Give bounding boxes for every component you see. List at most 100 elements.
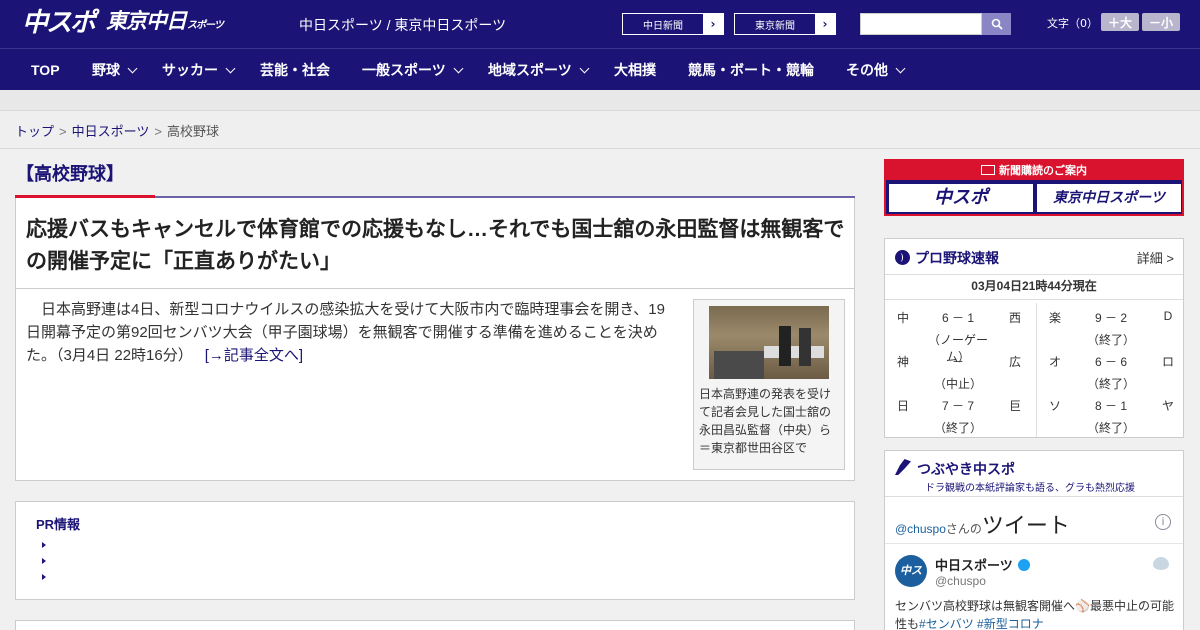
game-score[interactable]: －: [923, 353, 993, 370]
tweets-subtitle: ドラ観戦の本紙評論家も語る、グラも熱烈応援: [925, 483, 1135, 494]
nav-general-sports[interactable]: 一般スポーツ: [362, 49, 464, 91]
scores-updated-time: 03月04日21時44分現在: [971, 279, 1097, 293]
breadcrumb-bar: トップ > 中日スポーツ > 高校野球: [0, 111, 1200, 149]
hashtag-link[interactable]: #新型コロナ: [977, 617, 1044, 630]
subscribe-banner[interactable]: 新聞購読のご案内 中スポ 東京中日スポーツ: [884, 159, 1184, 216]
game-team-home: 中: [896, 311, 909, 325]
breadcrumb-top[interactable]: トップ: [15, 124, 54, 139]
font-smaller-button[interactable]: －小: [1142, 13, 1180, 31]
verified-badge-icon: [1017, 559, 1030, 571]
game-team-away: ヤ: [1161, 399, 1174, 413]
read-more-link[interactable]: [→記事全文へ]: [205, 347, 303, 364]
chevron-down-icon: [453, 63, 464, 74]
logo-chuspo: 中スポ: [22, 8, 96, 38]
twitter-widget: つぶやき中スポ ドラ観戦の本紙評論家も語る、グラも熱烈応援 @chuspoさんの…: [884, 450, 1184, 630]
tweet-account-name[interactable]: 中日スポーツ: [935, 555, 1030, 574]
baseball-scores-widget: プロ野球速報 詳細 > 03月04日21時44分現在 中 6 － 1 西 （ノー…: [884, 238, 1184, 438]
article-photo[interactable]: [709, 306, 829, 379]
game-status: （終了）: [1086, 333, 1135, 347]
game-team-away: D: [1163, 309, 1173, 323]
nav-regional-sports[interactable]: 地域スポーツ: [488, 49, 590, 91]
nav-soccer[interactable]: サッカー: [162, 49, 236, 91]
article-headline: 応援バスもキャンセルで体育館での応援もなし…それでも国士舘の永田監督は無観客での…: [26, 218, 845, 273]
baseball-icon: [895, 250, 910, 265]
game-team-home: 楽: [1048, 311, 1061, 325]
game-team-away: 西: [1008, 311, 1021, 325]
game-team-away: 巨: [1008, 399, 1021, 413]
article-body: 日本高野連は4日、新型コロナウイルスの感染拡大を受けて大阪市内で臨時理事会を開き…: [26, 301, 665, 364]
chevron-down-icon: [579, 63, 590, 74]
nav-top[interactable]: TOP: [31, 49, 60, 91]
game-team-home: オ: [1048, 355, 1061, 369]
tweet-account-handle: @chuspo: [935, 574, 986, 588]
next-section-box: [15, 620, 855, 630]
nav-racing[interactable]: 競馬・ボート・競輪: [688, 49, 814, 91]
newspaper-icon: [981, 165, 995, 175]
article-card: 応援バスもキャンセルで体育館での応援もなし…それでも国士舘の永田監督は無観客での…: [15, 198, 855, 481]
game-score[interactable]: 6 － 6: [1076, 353, 1146, 370]
nav-baseball[interactable]: 野球: [92, 49, 138, 91]
info-icon[interactable]: i: [1155, 514, 1171, 530]
subscribe-logo-tokyo: 東京中日スポーツ: [1037, 184, 1181, 212]
game-team-home: ソ: [1048, 399, 1061, 413]
pen-icon: [895, 459, 911, 475]
game-team-away: ロ: [1161, 355, 1174, 369]
game-score[interactable]: 9 － 2: [1076, 309, 1146, 326]
pr-title: PR情報: [36, 517, 81, 532]
twitter-handle-link[interactable]: @chuspo: [895, 522, 946, 536]
game-team-away: 広: [1008, 355, 1021, 369]
game-status: （中止）: [933, 377, 982, 391]
nav-sumo[interactable]: 大相撲: [614, 49, 656, 91]
subscribe-logo-chuspo: 中スポ: [889, 184, 1033, 212]
section-title: 【高校野球】: [16, 164, 124, 184]
search-icon: [991, 18, 1003, 30]
breadcrumb: トップ > 中日スポーツ > 高校野球: [15, 121, 219, 140]
chunichi-shimbun-button[interactable]: 中日新聞 ›: [622, 13, 724, 35]
logo-tokyo-chunichi: 東京中日スポーツ: [106, 8, 224, 33]
chevron-down-icon: [895, 63, 906, 74]
hashtag-link[interactable]: #センバツ: [919, 617, 974, 630]
chevron-right-icon: ›: [815, 14, 835, 34]
chevron-right-icon: ›: [703, 14, 723, 34]
scores-detail-link[interactable]: 詳細 >: [1137, 248, 1174, 267]
site-logo[interactable]: 中スポ 東京中日スポーツ: [22, 8, 224, 38]
breadcrumb-chunichi-sports[interactable]: 中日スポーツ: [72, 124, 150, 139]
ad-strip: [0, 90, 1200, 111]
game-status: （終了）: [1086, 421, 1135, 435]
tweet-text: センバツ高校野球は無観客開催へ⚾最悪中止の可能性も#センバツ #新型コロナ: [895, 599, 1174, 630]
chevron-down-icon: [225, 63, 236, 74]
site-title-link[interactable]: 中日スポーツ / 東京中日スポーツ: [299, 15, 506, 35]
font-larger-button[interactable]: ＋大: [1101, 13, 1139, 31]
breadcrumb-separator: >: [59, 124, 67, 139]
font-size-label: 文字（0）: [1047, 17, 1098, 30]
breadcrumb-current: 高校野球: [166, 124, 219, 139]
article-photo-box: 日本高野連の発表を受けて記者会見した国士舘の永田昌弘監督（中央）ら＝東京都世田谷…: [693, 299, 845, 470]
tweets-title: つぶやき中スポ: [917, 461, 1015, 477]
avatar[interactable]: 中スポ: [895, 555, 927, 609]
game-score[interactable]: 6 － 1: [923, 309, 993, 326]
nav-other[interactable]: その他: [846, 49, 906, 91]
top-header: 中スポ 東京中日スポーツ 中日スポーツ / 東京中日スポーツ 中日新聞 › 東京…: [0, 0, 1200, 48]
scores-title: プロ野球速報: [915, 250, 999, 266]
chevron-down-icon: [127, 63, 138, 74]
game-status: （終了）: [933, 421, 982, 435]
game-score[interactable]: 8 － 1: [1076, 397, 1146, 414]
twitter-timeline-header: @chuspoさんのツイート: [895, 513, 1070, 538]
pr-item-bullet[interactable]: [42, 542, 46, 548]
breadcrumb-separator: >: [154, 124, 162, 139]
tokyo-shimbun-button[interactable]: 東京新聞 ›: [734, 13, 836, 35]
game-team-home: 日: [896, 399, 909, 413]
twitter-bird-icon[interactable]: [1153, 557, 1169, 570]
pr-item-bullet[interactable]: [42, 574, 46, 580]
main-nav: TOP 野球 サッカー 芸能・社会 一般スポーツ 地域スポーツ 大相撲 競馬・ボ…: [0, 48, 1200, 90]
game-team-home: 神: [896, 355, 909, 369]
pr-item-bullet[interactable]: [42, 558, 46, 564]
game-status: （終了）: [1086, 377, 1135, 391]
game-score[interactable]: 7 － 7: [923, 397, 993, 414]
pr-box: PR情報: [15, 501, 855, 600]
search-input[interactable]: [860, 13, 982, 35]
nav-entertainment[interactable]: 芸能・社会: [260, 49, 330, 91]
article-divider: [16, 288, 854, 289]
search-button[interactable]: [982, 13, 1011, 35]
photo-caption: 日本高野連の発表を受けて記者会見した国士舘の永田昌弘監督（中央）ら＝東京都世田谷…: [699, 387, 832, 455]
